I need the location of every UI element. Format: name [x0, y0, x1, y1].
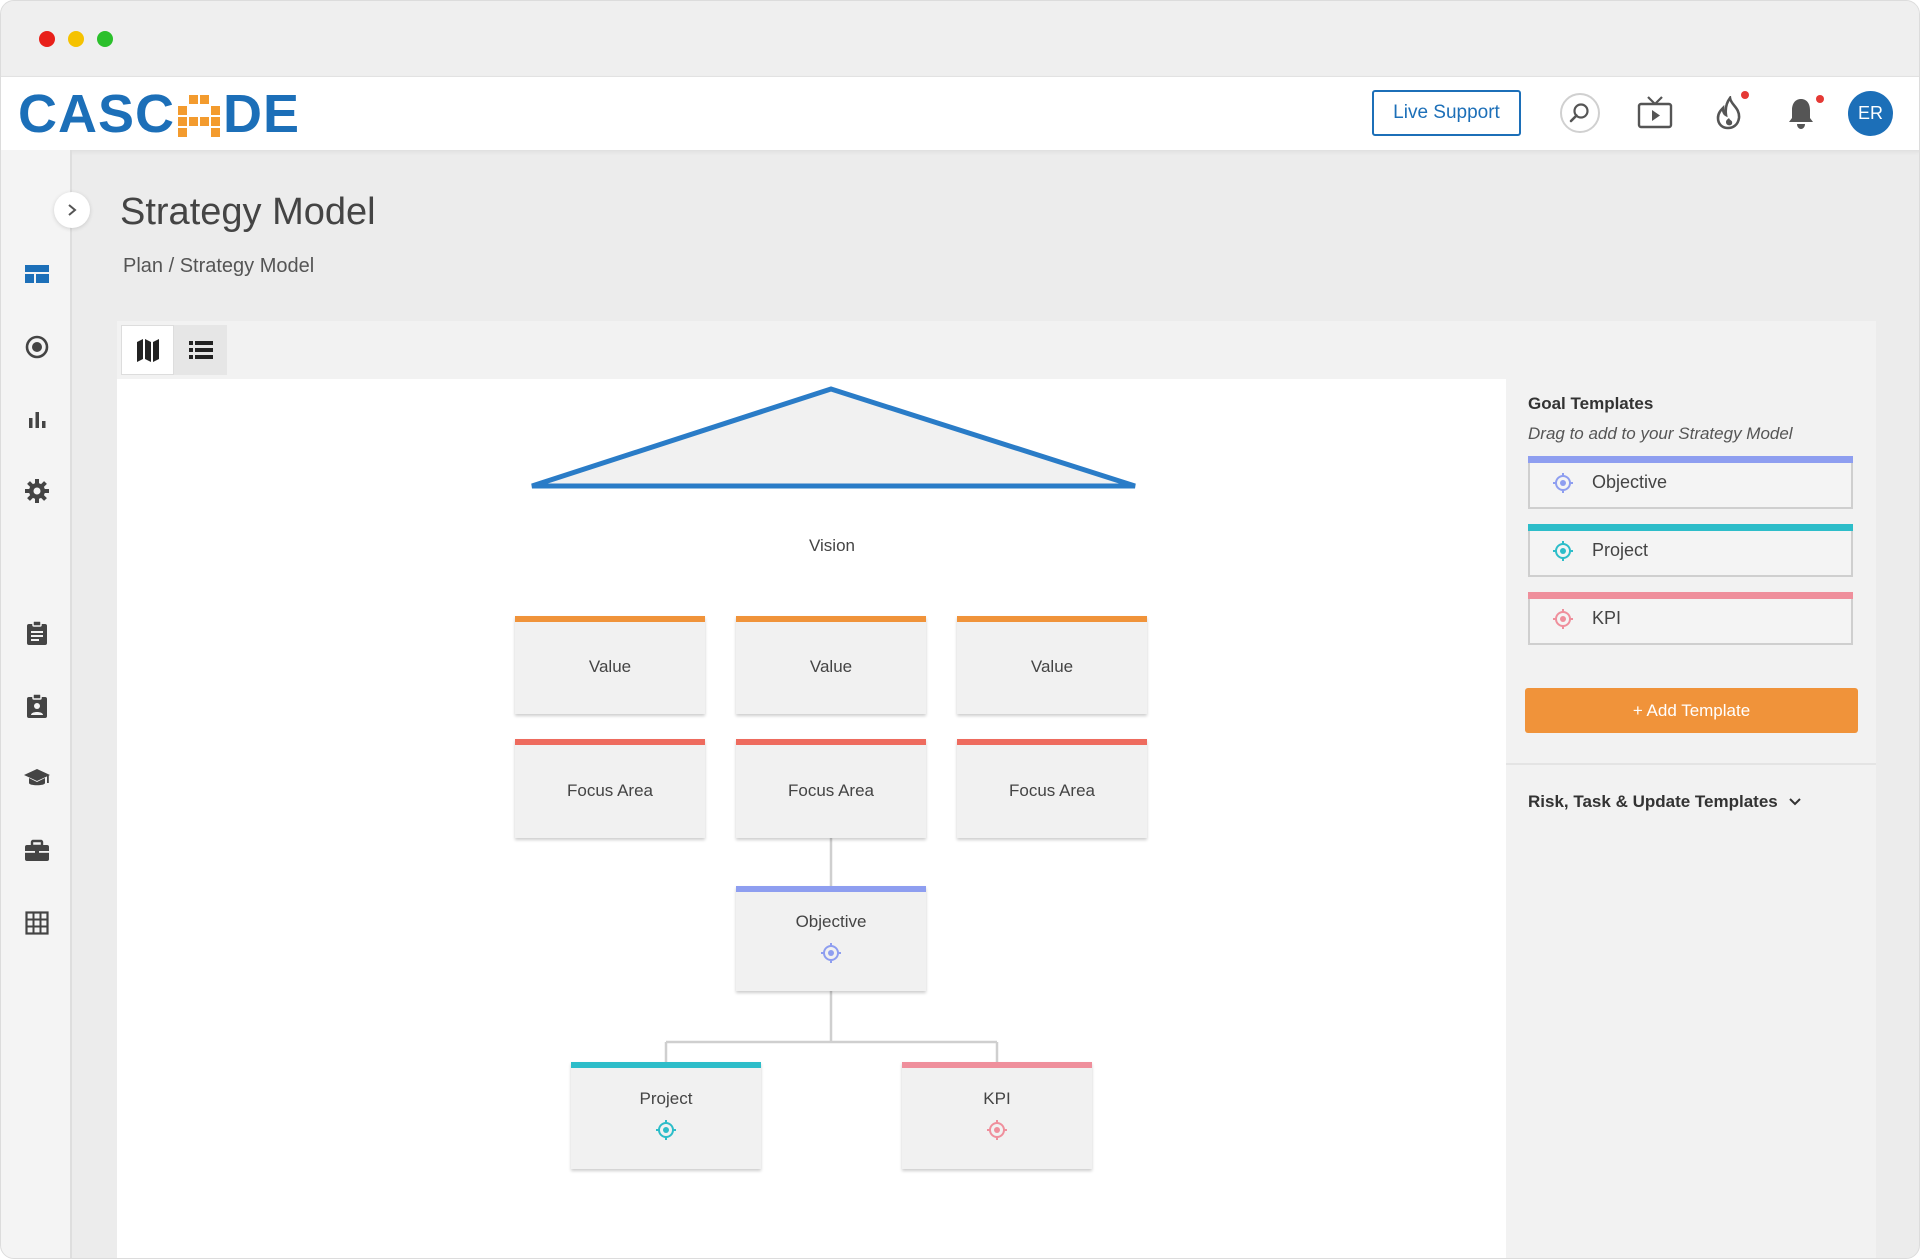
sidebar-expand-button[interactable]	[54, 192, 90, 228]
chevron-down-icon	[1789, 798, 1801, 806]
risk-task-update-templates-label: Risk, Task & Update Templates	[1528, 792, 1778, 811]
bell-icon[interactable]	[1779, 91, 1824, 135]
strategy-map-canvas[interactable]: Vision Value Value Value Focus Area Focu…	[117, 379, 1506, 1258]
focus-area-color-bar	[515, 739, 705, 745]
page-title: Strategy Model	[120, 191, 376, 233]
objective-target-icon	[820, 942, 842, 969]
logo-mark	[178, 95, 221, 137]
maximize-window-button[interactable]	[97, 31, 113, 47]
vision-triangle	[531, 386, 1136, 489]
focus-area-label: Focus Area	[1009, 780, 1095, 800]
vision-label[interactable]: Vision	[737, 536, 927, 556]
list-view-button[interactable]	[174, 325, 227, 375]
user-avatar[interactable]: ER	[1848, 91, 1893, 136]
kpi-template-target-icon	[1552, 608, 1574, 630]
graduation-icon[interactable]	[23, 764, 51, 792]
objective-node[interactable]: Objective	[736, 886, 926, 991]
fire-notification-dot	[1741, 91, 1749, 99]
value-color-bar	[515, 616, 705, 622]
kpi-template-label: KPI	[1592, 608, 1622, 628]
objective-template-bar	[1528, 456, 1853, 463]
kpi-template[interactable]: KPI	[1528, 592, 1853, 645]
logo-text-right: DE	[223, 84, 301, 144]
focus-area-node[interactable]: Focus Area	[515, 739, 705, 838]
briefcase-icon[interactable]	[23, 837, 51, 865]
objective-label: Objective	[795, 912, 867, 931]
logo-text-left: CASC	[18, 84, 176, 144]
templates-pane: Goal Templates Drag to add to your Strat…	[1506, 379, 1876, 1258]
objective-template-target-icon	[1552, 472, 1574, 494]
tv-icon[interactable]	[1633, 91, 1677, 135]
target-icon[interactable]	[23, 333, 51, 361]
close-window-button[interactable]	[39, 31, 55, 47]
sidebar	[1, 150, 72, 1258]
project-color-bar	[571, 1062, 761, 1068]
list-icon	[188, 341, 213, 359]
project-template-target-icon	[1552, 540, 1574, 562]
focus-area-label: Focus Area	[567, 780, 653, 800]
goal-templates-title: Goal Templates	[1528, 394, 1654, 413]
chart-icon[interactable]	[23, 405, 51, 433]
value-node[interactable]: Value	[736, 616, 926, 714]
value-node[interactable]: Value	[957, 616, 1147, 714]
objective-template-label: Objective	[1592, 472, 1668, 492]
focus-area-node[interactable]: Focus Area	[736, 739, 926, 838]
strategy-model-panel: Vision Value Value Value Focus Area Focu…	[117, 321, 1876, 1258]
value-color-bar	[736, 616, 926, 622]
project-template-bar	[1528, 524, 1853, 531]
kpi-template-bar	[1528, 592, 1853, 599]
clipboard-icon[interactable]	[23, 619, 51, 647]
value-label: Value	[1030, 657, 1074, 676]
value-color-bar	[957, 616, 1147, 622]
dashboard-icon[interactable]	[23, 260, 51, 288]
kpi-label: KPI	[983, 1089, 1011, 1108]
divider	[1506, 763, 1876, 765]
project-label: Project	[639, 1089, 693, 1108]
objective-template[interactable]: Objective	[1528, 456, 1853, 509]
focus-area-label: Focus Area	[788, 780, 874, 800]
live-support-button[interactable]: Live Support	[1372, 90, 1521, 136]
map-view-button[interactable]	[121, 325, 174, 375]
app-window: CASC DE Live Support ER Strategy Model P…	[0, 0, 1920, 1259]
project-template[interactable]: Project	[1528, 524, 1853, 577]
top-navigation-bar: CASC DE Live Support ER	[1, 76, 1919, 150]
settings-icon[interactable]	[23, 477, 51, 505]
bell-notification-dot	[1816, 95, 1824, 103]
value-label: Value	[809, 657, 853, 676]
title-bar	[1, 1, 1919, 76]
fire-icon[interactable]	[1707, 91, 1751, 135]
project-template-label: Project	[1592, 540, 1649, 560]
map-icon	[136, 339, 159, 362]
value-node[interactable]: Value	[515, 616, 705, 714]
cascade-logo[interactable]: CASC DE	[18, 84, 300, 144]
kpi-color-bar	[902, 1062, 1092, 1068]
grid-icon[interactable]	[23, 909, 51, 937]
search-icon[interactable]	[1560, 93, 1600, 133]
focus-area-color-bar	[957, 739, 1147, 745]
minimize-window-button[interactable]	[68, 31, 84, 47]
focus-area-color-bar	[736, 739, 926, 745]
assignment-icon[interactable]	[23, 692, 51, 720]
risk-task-update-templates-toggle[interactable]: Risk, Task & Update Templates	[1528, 792, 1802, 812]
value-label: Value	[588, 657, 632, 676]
kpi-target-icon	[986, 1119, 1008, 1146]
chevron-right-icon	[68, 204, 77, 216]
focus-area-node[interactable]: Focus Area	[957, 739, 1147, 838]
project-node[interactable]: Project	[571, 1062, 761, 1169]
project-target-icon	[655, 1119, 677, 1146]
add-template-button[interactable]: + Add Template	[1525, 688, 1858, 733]
goal-templates-subtitle: Drag to add to your Strategy Model	[1528, 424, 1793, 443]
view-toggle-bar	[117, 321, 1876, 379]
breadcrumb[interactable]: Plan / Strategy Model	[123, 255, 314, 278]
kpi-node[interactable]: KPI	[902, 1062, 1092, 1169]
objective-color-bar	[736, 886, 926, 892]
